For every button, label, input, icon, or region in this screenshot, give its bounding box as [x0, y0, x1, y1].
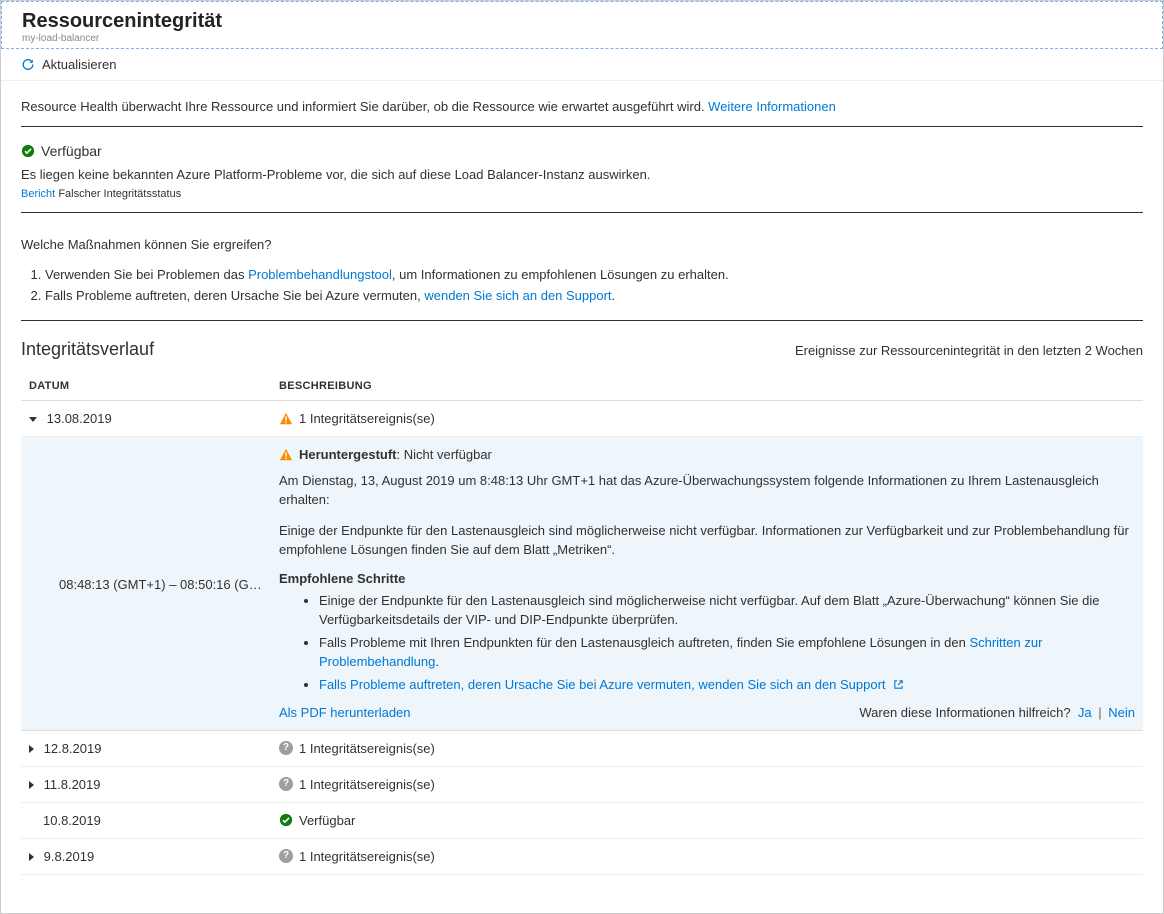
report-line: Bericht Falscher Integritätsstatus — [21, 188, 1143, 200]
history-row[interactable]: 12.8.2019 ? 1 Integritätsereignis(se) — [21, 730, 1143, 766]
history-row[interactable]: 10.8.2019 Verfügbar — [21, 802, 1143, 838]
steps-heading: Empfohlene Schritte — [279, 571, 1135, 586]
question-circle-icon: ? — [279, 777, 293, 791]
status-message: Es liegen keine bekannten Azure Platform… — [21, 167, 1143, 182]
check-circle-icon — [21, 144, 35, 158]
toolbar: Aktualisieren — [1, 49, 1163, 81]
troubleshooting-link[interactable]: Problembehandlungstool — [248, 267, 392, 282]
caret-down-icon — [29, 417, 37, 422]
row-desc: 1 Integritätsereignis(se) — [299, 741, 435, 756]
caret-right-icon — [29, 781, 34, 789]
actions-question: Welche Maßnahmen können Sie ergreifen? — [21, 237, 1143, 252]
status-line: Verfügbar — [21, 143, 1143, 159]
event-time-range: 08:48:13 (GMT+1) – 08:50:16 (GMT... — [29, 447, 263, 592]
row-date: 9.8.2019 — [44, 849, 95, 864]
action-item-2: Falls Probleme auftreten, deren Ursache … — [45, 285, 1143, 306]
download-pdf-link[interactable]: Als PDF herunterladen — [279, 705, 411, 720]
report-text: Falscher Integritätsstatus — [58, 188, 181, 200]
resource-name: my-load-balancer — [22, 33, 1142, 44]
history-title: Integritätsverlauf — [21, 339, 154, 360]
refresh-label: Aktualisieren — [42, 57, 116, 72]
resource-health-panel: Ressourcenintegrität my-load-balancer Ak… — [0, 0, 1164, 914]
action-item-1: Verwenden Sie bei Problemen das Problemb… — [45, 264, 1143, 285]
col-desc-header: Beschreibung — [271, 372, 1143, 401]
question-circle-icon: ? — [279, 741, 293, 755]
warning-icon — [279, 412, 293, 426]
event-status-label: Heruntergestuft — [299, 447, 397, 462]
feedback-yes-link[interactable]: Ja — [1078, 705, 1092, 720]
status-section: Verfügbar Es liegen keine bekannten Azur… — [21, 127, 1143, 213]
row-date: 13.08.2019 — [47, 411, 112, 426]
event-status-suffix: : Nicht verfügbar — [397, 447, 492, 462]
row-date: 12.8.2019 — [44, 741, 102, 756]
caret-right-icon — [29, 853, 34, 861]
event-paragraph-2: Einige der Endpunkte für den Lastenausgl… — [279, 522, 1135, 560]
page-title: Ressourcenintegrität — [22, 10, 1142, 33]
history-section: Integritätsverlauf Ereignisse zur Ressou… — [21, 321, 1143, 875]
panel-header: Ressourcenintegrität my-load-balancer — [1, 1, 1163, 49]
feedback-question: Waren diese Informationen hilfreich? — [859, 705, 1070, 720]
report-link[interactable]: Bericht — [21, 188, 55, 200]
learn-more-link[interactable]: Weitere Informationen — [708, 99, 836, 114]
feedback-no-link[interactable]: Nein — [1108, 705, 1135, 720]
actions-section: Welche Maßnahmen können Sie ergreifen? V… — [21, 213, 1143, 321]
caret-right-icon — [29, 745, 34, 753]
refresh-button[interactable]: Aktualisieren — [21, 57, 116, 72]
row-date: 10.8.2019 — [43, 813, 101, 828]
step-item: Falls Probleme mit Ihren Endpunkten für … — [319, 634, 1135, 672]
status-label: Verfügbar — [41, 143, 102, 159]
row-desc: 1 Integritätsereignis(se) — [299, 411, 435, 426]
event-paragraph-1: Am Dienstag, 13, August 2019 um 8:48:13 … — [279, 472, 1135, 510]
col-date-header: Datum — [21, 372, 271, 401]
history-row[interactable]: 9.8.2019 ? 1 Integritätsereignis(se) — [21, 838, 1143, 874]
refresh-icon — [21, 58, 35, 72]
question-circle-icon: ? — [279, 849, 293, 863]
intro-text: Resource Health überwacht Ihre Ressource… — [21, 99, 708, 114]
row-date: 11.8.2019 — [44, 777, 101, 792]
intro-section: Resource Health überwacht Ihre Ressource… — [21, 91, 1143, 127]
feedback-group: Waren diese Informationen hilfreich? Ja … — [859, 705, 1135, 720]
contact-support-link[interactable]: Falls Probleme auftreten, deren Ursache … — [319, 677, 886, 692]
warning-icon — [279, 448, 293, 462]
history-subtitle: Ereignisse zur Ressourcenintegrität in d… — [795, 343, 1143, 358]
external-link-icon — [893, 677, 904, 688]
step-item: Einige der Endpunkte für den Lastenausgl… — [319, 592, 1135, 630]
history-row[interactable]: 13.08.2019 1 Integritätsereignis(se) — [21, 401, 1143, 437]
row-desc: 1 Integritätsereignis(se) — [299, 849, 435, 864]
row-desc: 1 Integritätsereignis(se) — [299, 777, 435, 792]
step-item: Falls Probleme auftreten, deren Ursache … — [319, 676, 1135, 695]
history-table: Datum Beschreibung 13.08.2019 — [21, 372, 1143, 875]
history-row[interactable]: 11.8.2019 ? 1 Integritätsereignis(se) — [21, 766, 1143, 802]
content-area: Resource Health überwacht Ihre Ressource… — [1, 81, 1163, 875]
history-row-detail: 08:48:13 (GMT+1) – 08:50:16 (GMT... Heru… — [21, 437, 1143, 731]
check-circle-icon — [279, 813, 293, 827]
contact-support-link[interactable]: wenden Sie sich an den Support — [424, 288, 611, 303]
row-desc: Verfügbar — [299, 813, 355, 828]
